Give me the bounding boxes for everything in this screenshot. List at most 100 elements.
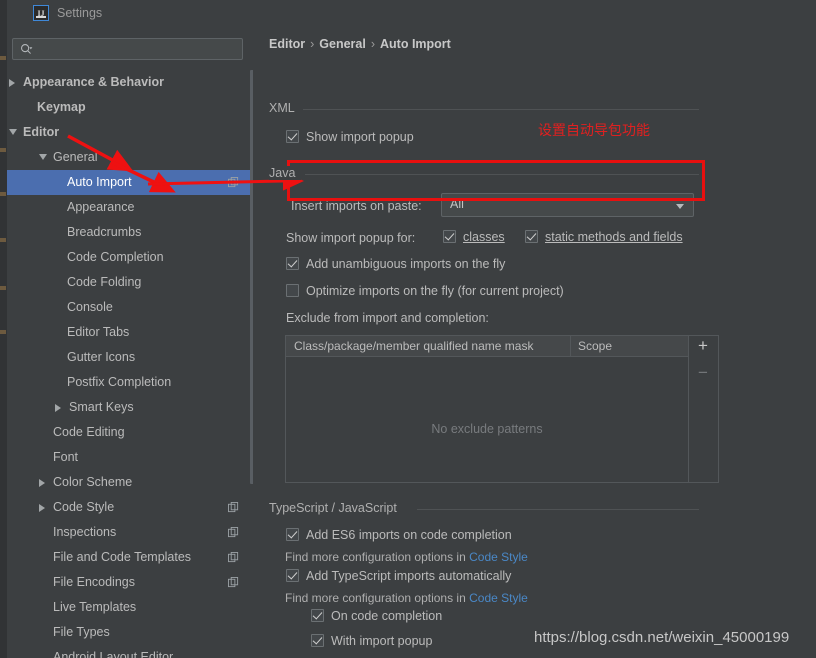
sidebar-item-console[interactable]: Console [7,295,253,320]
sidebar-item-label: File Types [53,625,110,639]
chevron-down-icon[interactable] [9,129,17,135]
chevron-right-icon[interactable] [39,479,45,487]
static-methods-row[interactable]: static methods and fields [525,230,683,244]
optimize-imports-checkbox[interactable] [286,284,299,297]
sidebar-item-code-folding[interactable]: Code Folding [7,270,253,295]
sidebar-item-label: Font [53,450,79,464]
sidebar-item-android-layout-editor[interactable]: Android Layout Editor [7,645,253,658]
sidebar-item-file-encodings[interactable]: File Encodings [7,570,253,595]
sidebar-item-keymap[interactable]: Keymap [7,95,253,120]
show-import-popup-xml-checkbox[interactable] [286,130,299,143]
sidebar-item-label: Auto Import [67,175,132,189]
annotation-chinese-note: 设置自动导包功能 [538,123,650,139]
add-ts-checkbox[interactable] [286,569,299,582]
sidebar-item-color-scheme[interactable]: Color Scheme [7,470,253,495]
add-unambiguous-row[interactable]: Add unambiguous imports on the fly [286,257,505,271]
show-import-popup-for-label: Show import popup for: [286,231,416,245]
show-import-popup-xml-row[interactable]: Show import popup [286,130,414,144]
xml-group: XML [269,101,799,115]
logo-underline [36,16,46,18]
add-es6-row[interactable]: Add ES6 imports on code completion [286,528,512,542]
add-unambiguous-checkbox[interactable] [286,257,299,270]
sidebar-item-file-and-code-templates[interactable]: File and Code Templates [7,545,253,570]
search-icon [21,44,33,54]
add-es6-checkbox[interactable] [286,528,299,541]
insert-imports-on-paste-select[interactable]: All [441,193,694,217]
tsjs-group-divider [417,509,699,510]
add-ts-row[interactable]: Add TypeScript imports automatically [286,569,511,583]
xml-group-divider [303,109,699,110]
intellij-logo-icon: IJ [33,5,49,21]
sidebar-item-label: Appearance & Behavior [23,75,165,89]
settings-tree[interactable]: Appearance & Behavior Keymap Editor General… [7,70,253,658]
sidebar-item-general[interactable]: General [7,145,253,170]
breadcrumb-editor[interactable]: Editor [269,37,305,51]
sidebar-item-label: Gutter Icons [67,350,136,364]
chevron-right-icon[interactable] [9,79,15,87]
java-group: Java [269,166,799,180]
sidebar-item-label: Postfix Completion [67,375,172,389]
chevron-down-icon [676,204,684,209]
sidebar-item-label: Editor Tabs [67,325,130,339]
watermark-url: https://blog.csdn.net/weixin_45000199 [534,629,790,646]
tsjs-group: TypeScript / JavaScript [269,501,799,515]
classes-row[interactable]: classes [443,230,505,244]
sidebar-item-font[interactable]: Font [7,445,253,470]
exclude-col-scope[interactable]: Scope [578,339,612,353]
breadcrumb-general[interactable]: General [319,37,366,51]
chevron-down-icon[interactable] [39,154,47,160]
sidebar-item-appearance[interactable]: Appearance [7,195,253,220]
copy-settings-icon[interactable] [228,177,239,188]
title-bar: IJ Settings [7,0,816,26]
optimize-imports-row[interactable]: Optimize imports on the fly (for current… [286,284,564,298]
es6-hint: Find more configuration options in Code … [285,550,528,564]
exclude-col-mask[interactable]: Class/package/member qualified name mask [294,339,533,353]
sidebar-item-breadcrumbs[interactable]: Breadcrumbs [7,220,253,245]
sidebar-item-label: Code Completion [67,250,164,264]
with-import-popup-row[interactable]: With import popup [311,634,432,648]
on-code-completion-checkbox[interactable] [311,609,324,622]
sidebar-item-code-completion[interactable]: Code Completion [7,245,253,270]
breadcrumb-auto-import: Auto Import [380,37,451,51]
sidebar-item-appearance-behavior[interactable]: Appearance & Behavior [7,70,253,95]
sidebar-item-file-types[interactable]: File Types [7,620,253,645]
copy-settings-icon[interactable] [228,552,239,563]
settings-main-panel: Editor › General › Auto Import XML Show impo… [253,26,816,658]
sidebar-item-label: Keymap [37,100,86,114]
background-ide-strip [0,0,7,658]
sidebar-item-gutter-icons[interactable]: Gutter Icons [7,345,253,370]
copy-settings-icon[interactable] [228,527,239,538]
search-input[interactable] [12,38,243,60]
sidebar-item-postfix-completion[interactable]: Postfix Completion [7,370,253,395]
sidebar-item-auto-import[interactable]: Auto Import [7,170,253,195]
add-ts-label: Add TypeScript imports automatically [306,569,512,583]
ts-hint-code-style-link[interactable]: Code Style [469,591,528,605]
ts-hint-text: Find more configuration options in [285,591,470,605]
sidebar-item-smart-keys[interactable]: Smart Keys [7,395,253,420]
copy-settings-icon[interactable] [228,502,239,513]
sidebar-item-label: Live Templates [53,600,137,614]
add-exclude-button[interactable]: + [694,337,712,355]
chevron-right-icon[interactable] [55,404,61,412]
copy-settings-icon[interactable] [228,577,239,588]
column-divider[interactable] [570,336,571,356]
exclude-table[interactable]: Class/package/member qualified name mask… [285,335,689,483]
classes-checkbox[interactable] [443,230,456,243]
sidebar-item-code-style[interactable]: Code Style [7,495,253,520]
breadcrumb: Editor › General › Auto Import [269,37,451,51]
remove-exclude-button: − [698,363,708,382]
ts-hint: Find more configuration options in Code … [285,591,528,605]
on-code-completion-row[interactable]: On code completion [311,609,442,623]
sidebar-item-code-editing[interactable]: Code Editing [7,420,253,445]
chevron-right-icon[interactable] [39,504,45,512]
with-import-popup-checkbox[interactable] [311,634,324,647]
static-methods-checkbox[interactable] [525,230,538,243]
es6-hint-code-style-link[interactable]: Code Style [469,550,528,564]
sidebar-item-live-templates[interactable]: Live Templates [7,595,253,620]
sidebar-item-editor[interactable]: Editor [7,120,253,145]
add-unambiguous-label: Add unambiguous imports on the fly [306,257,506,271]
sidebar-item-inspections[interactable]: Inspections [7,520,253,545]
classes-label: classes [463,230,505,244]
sidebar-item-editor-tabs[interactable]: Editor Tabs [7,320,253,345]
sidebar-item-label: Breadcrumbs [67,225,142,239]
